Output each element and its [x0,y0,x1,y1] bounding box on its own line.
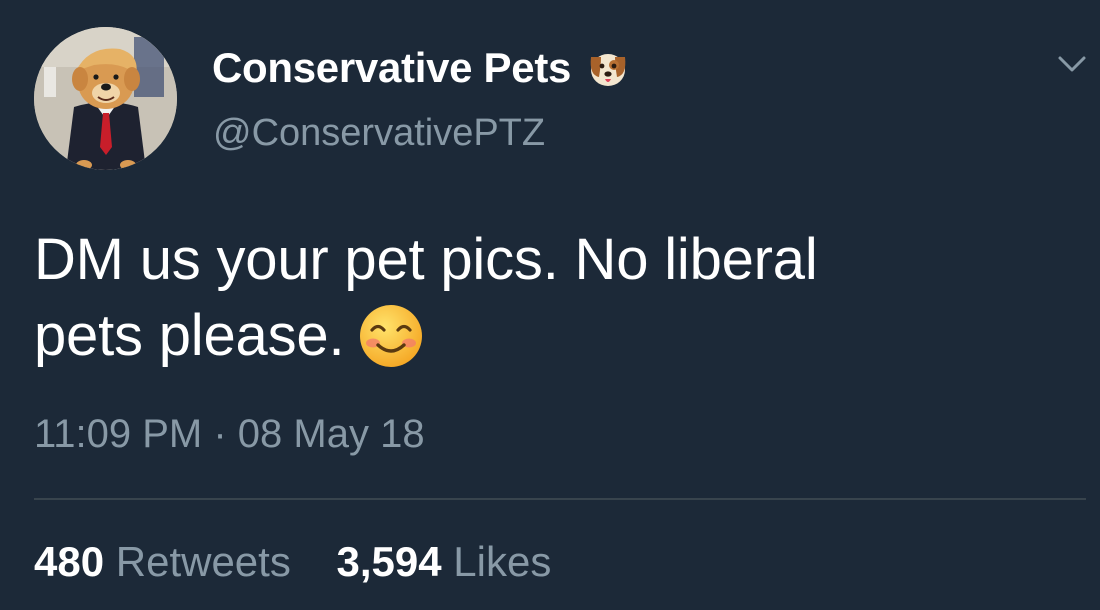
author-display-name[interactable]: Conservative Pets [212,44,571,92]
tweet-text: DM us your pet pics. No liberal pets ple… [34,222,1044,374]
chevron-down-icon[interactable] [1056,52,1088,76]
retweets-stat[interactable]: 480 Retweets [34,538,291,586]
tweet-timestamp[interactable]: 11:09 PM · 08 May 18 [34,412,425,457]
tweet-text-line-2-row: pets please. [34,298,1044,374]
dog-face-icon [590,54,626,86]
likes-count: 3,594 [336,538,442,585]
likes-stat[interactable]: 3,594 Likes [337,538,552,586]
divider [34,498,1086,500]
tweet-text-line-2: pets please. [34,303,345,368]
tweet-text-line-1: DM us your pet pics. No liberal [34,227,818,292]
smiling-face-icon [360,305,423,367]
tweet-stats: 480 Retweets 3,594 Likes [34,538,551,586]
likes-label: Likes [453,538,552,585]
author-handle[interactable]: @ConservativePTZ [213,112,545,155]
retweets-count: 480 [34,538,105,585]
retweets-label: Retweets [115,538,291,585]
dog-in-suit-avatar-image [34,27,177,170]
avatar[interactable] [34,27,177,170]
tweet-card: Conservative Pets @ConservativePTZ DM us… [0,0,1100,610]
author-display-name-row[interactable]: Conservative Pets [212,44,631,92]
